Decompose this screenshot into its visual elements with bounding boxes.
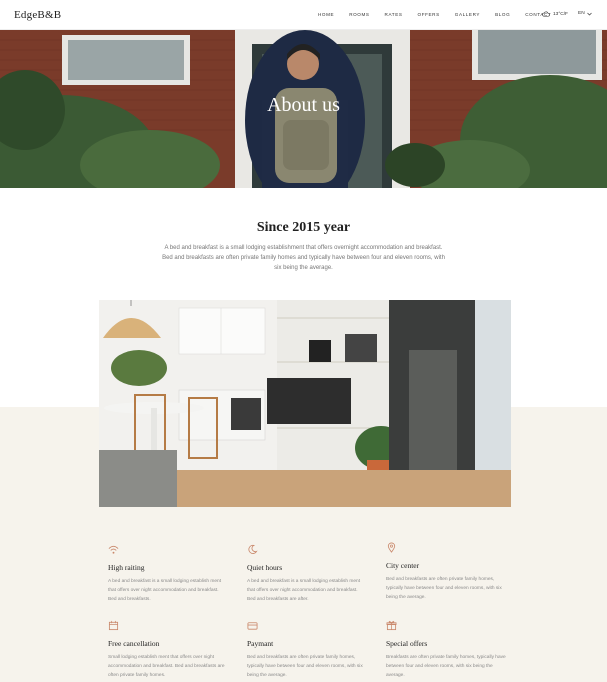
feature-title: City center xyxy=(386,561,420,570)
feature-special-offers: Special offers Breakfasts are often priv… xyxy=(386,620,506,680)
nav-rates[interactable]: RATES xyxy=(385,12,403,17)
page-title: About us xyxy=(267,94,340,116)
feature-payment: Paymant Bed and breakfasts are often pri… xyxy=(247,620,367,680)
location-pin-icon xyxy=(387,542,396,553)
nav-offers[interactable]: OFFERS xyxy=(418,12,440,17)
hero-banner: About us xyxy=(0,30,607,188)
nav-rooms[interactable]: ROOMS xyxy=(349,12,369,17)
feature-title: High raiting xyxy=(108,563,145,572)
video-thumbnail xyxy=(99,300,511,507)
nav-gallery[interactable]: GALLERY xyxy=(455,12,480,17)
feature-text: Breakfasts are often private family home… xyxy=(386,655,506,678)
calendar-icon xyxy=(108,620,119,631)
nav-blog[interactable]: BLOG xyxy=(495,12,510,17)
video-player[interactable] xyxy=(99,300,511,507)
feature-title: Special offers xyxy=(386,639,428,648)
nav-home[interactable]: HOME xyxy=(318,12,334,17)
feature-quiet-hours: Quiet hours A bed and breakfast is a sma… xyxy=(247,544,367,604)
feature-title: Free cancellation xyxy=(108,639,160,648)
feature-high-rating: High raiting A bed and breakfast is a sm… xyxy=(108,544,228,604)
weather-widget: 13°C/F xyxy=(542,11,568,17)
cloud-icon xyxy=(542,11,550,17)
credit-card-icon xyxy=(247,622,258,630)
weather-temperature: 13°C/F xyxy=(553,11,568,17)
chevron-down-icon xyxy=(586,12,592,15)
intro-title: Since 2015 year xyxy=(256,220,351,235)
feature-city-center: City center Bed and breakfasts are often… xyxy=(386,542,506,602)
gift-icon xyxy=(386,620,397,631)
moon-icon xyxy=(248,544,258,554)
wifi-icon xyxy=(108,545,119,554)
feature-text: Bed and breakfasts are often private fam… xyxy=(247,655,363,678)
feature-title: Paymant xyxy=(247,639,274,648)
intro-text: A bed and breakfast is a small lodging e… xyxy=(162,245,445,271)
feature-title: Quiet hours xyxy=(247,563,283,572)
feature-text: A bed and breakfast is a small lodging e… xyxy=(247,579,361,602)
feature-free-cancellation: Free cancellation Small lodging establis… xyxy=(108,620,228,680)
site-header: EdgeB&B HOME ROOMS RATES OFFERS GALLERY … xyxy=(0,0,607,30)
language-switcher[interactable]: EN xyxy=(578,11,592,16)
main-nav: HOME ROOMS RATES OFFERS GALLERY BLOG CON… xyxy=(318,12,566,17)
language-label: EN xyxy=(578,11,585,16)
site-logo[interactable]: EdgeB&B xyxy=(14,9,61,21)
feature-text: A bed and breakfast is a small lodging e… xyxy=(108,579,222,602)
feature-text: Bed and breakfasts are often private fam… xyxy=(386,577,502,600)
feature-text: Small lodging establish ment that offers… xyxy=(108,655,225,678)
